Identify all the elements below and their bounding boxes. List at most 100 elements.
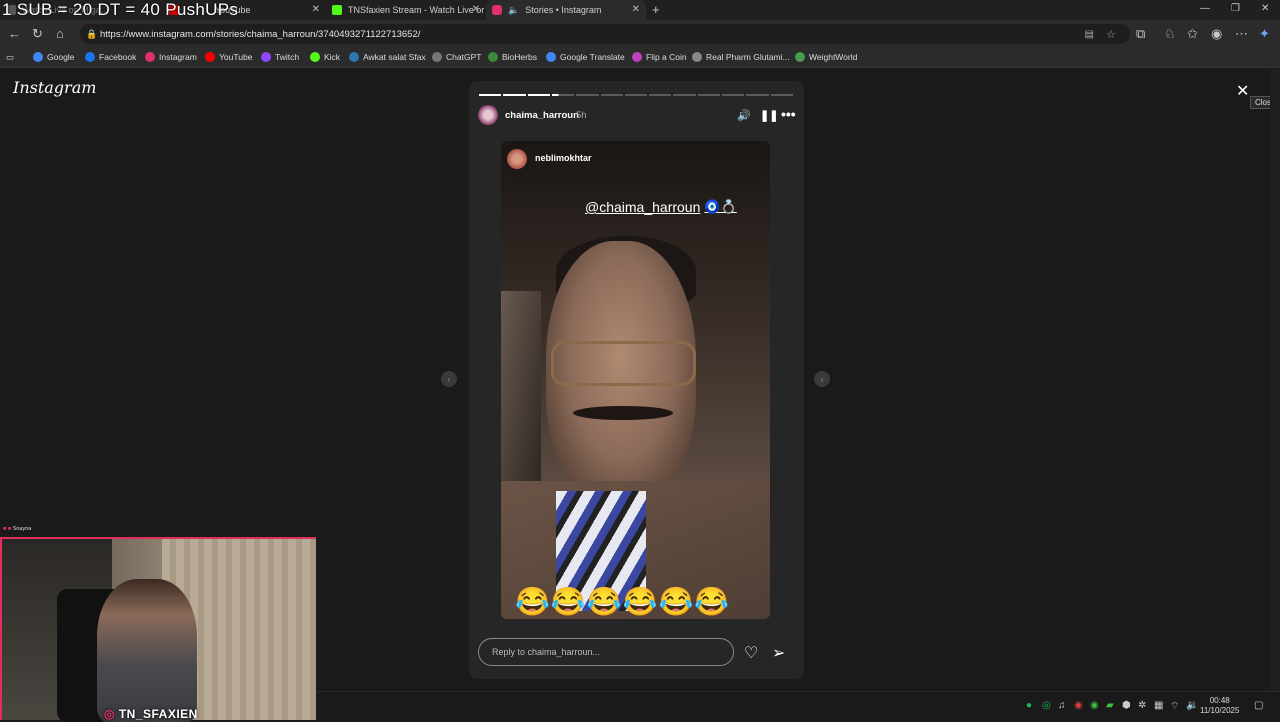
pause-icon[interactable]: ❚❚ (760, 109, 778, 122)
record-icon[interactable]: ◉ (1074, 700, 1083, 711)
app-tray-icon-2[interactable]: ◉ (1090, 700, 1099, 711)
close-tab-icon[interactable]: ✕ (472, 4, 480, 15)
bookmark-youtube[interactable]: YouTube (205, 52, 252, 62)
bookmark-google[interactable]: Google (33, 52, 74, 62)
close-tab-icon[interactable]: ✕ (632, 4, 640, 15)
story-progress-segment (503, 94, 526, 96)
next-story-arrow-icon[interactable]: › (814, 371, 830, 387)
reply-input[interactable]: Reply to chaima_harroun... (478, 638, 734, 666)
clock[interactable]: 00:48 11/10/2025 (1200, 696, 1239, 716)
reader-icon[interactable]: ▤ (1085, 29, 1094, 40)
story-progress-segment (649, 94, 672, 96)
security-icon[interactable]: ⬢ (1122, 700, 1131, 711)
bookmark-favicon-icon (632, 52, 642, 62)
bookmark-favicon-icon (488, 52, 498, 62)
previous-story-arrow-icon[interactable]: ‹ (441, 371, 457, 387)
minimize-icon[interactable]: — (1200, 3, 1210, 14)
instagram-icon: ◎ (104, 707, 115, 721)
tab-instagram-stories[interactable]: 🔈 Stories • Instagram ✕ (486, 0, 646, 20)
profile-icon[interactable]: ◉ (1211, 26, 1222, 42)
bookmark-weightworld[interactable]: WeightWorld (795, 52, 857, 62)
mustache (573, 406, 673, 420)
browser-essentials-icon[interactable]: ♘ (1164, 26, 1176, 42)
kick-icon (332, 5, 342, 15)
bookmark-facebook[interactable]: Facebook (85, 52, 136, 62)
glasses (551, 341, 696, 386)
tab-tnsfaxien[interactable]: TNSfaxien Stream - Watch Live or ✕ (326, 0, 486, 20)
bookmark-awkat-salat-sfax[interactable]: Awkat salat Sfax (349, 52, 426, 62)
scrollbar[interactable] (1270, 69, 1280, 691)
more-menu-icon[interactable]: ⋯ (1235, 26, 1248, 42)
collections-icon[interactable]: ▭ (6, 52, 14, 63)
story-username[interactable]: chaima_harroun (505, 110, 579, 121)
like-heart-icon[interactable]: ♡ (744, 643, 758, 663)
close-tab-icon[interactable]: ✕ (312, 4, 320, 15)
story-progress-segment (576, 94, 599, 96)
speaker-icon[interactable]: 🔉 (1186, 700, 1198, 711)
bookmark-label: WeightWorld (809, 52, 858, 62)
bookmark-kick[interactable]: Kick (310, 52, 340, 62)
favorites-icon[interactable]: ✩ (1187, 26, 1198, 42)
close-window-icon[interactable]: ✕ (1261, 3, 1269, 14)
maximize-icon[interactable]: ❐ (1231, 3, 1240, 14)
home-icon[interactable]: ⌂ (56, 26, 64, 41)
close-icon[interactable]: ✕ (1236, 81, 1249, 101)
url-field[interactable]: 🔒 https://www.instagram.com/stories/chai… (80, 24, 1130, 44)
bookmark-favicon-icon (33, 52, 43, 62)
back-icon[interactable]: ← (8, 26, 21, 41)
headset-icon[interactable]: ♫ (1058, 700, 1066, 711)
share-send-icon[interactable]: ➢ (772, 643, 785, 663)
story-progress-segment (746, 94, 769, 96)
instagram-icon (492, 5, 502, 15)
nvidia-icon[interactable]: ▰ (1106, 700, 1114, 711)
bookmark-label: Google (47, 52, 75, 62)
instagram-logo[interactable]: Instagram (13, 78, 96, 97)
bookmark-label: Twitch (275, 52, 300, 62)
bookmark-flip-a-coin[interactable]: Flip a Coin (632, 52, 687, 62)
url-text: https://www.instagram.com/stories/chaima… (100, 28, 421, 40)
more-options-icon[interactable]: ••• (781, 106, 796, 122)
notifications-icon[interactable]: ▢ (1254, 700, 1263, 711)
reload-icon[interactable]: ↻ (32, 26, 43, 42)
story-progress-segment (722, 94, 745, 96)
story-progress-segment (624, 94, 648, 96)
bookmark-twitch[interactable]: Twitch (261, 52, 299, 62)
story-progress-segment (770, 94, 793, 96)
reshared-avatar (507, 149, 527, 169)
app-tray-icon[interactable]: ◎ (1042, 700, 1051, 711)
avatar[interactable] (478, 105, 498, 125)
story-progress-segment (697, 94, 721, 96)
chat-message: Snayna (12, 526, 32, 532)
network-icon[interactable]: ▦ (1154, 700, 1163, 711)
bookmark-google-translate[interactable]: Google Translate (546, 52, 625, 62)
story-media[interactable]: neblimokhtar @chaima_harroun 🧿💍 😂😂😂😂😂😂 (501, 141, 770, 619)
wifi-icon[interactable]: ⌔ (1170, 700, 1179, 713)
story-progress-segment (600, 94, 623, 96)
address-bar-row: ← ↻ ⌂ 🔒 https://www.instagram.com/storie… (0, 20, 1280, 48)
bookmark-favicon-icon (349, 52, 359, 62)
clock-date: 11/10/2025 (1200, 706, 1240, 715)
new-tab-icon[interactable]: + (652, 2, 660, 17)
tab-label: Stories • Instagram (525, 5, 602, 15)
bookmark-label: Facebook (99, 52, 137, 62)
volume-icon[interactable]: 🔊 (737, 109, 751, 122)
stream-overlay-text: 1 SUB = 20 DT = 40 PushUPs (2, 0, 239, 19)
bookmark-instagram[interactable]: Instagram (145, 52, 197, 62)
chat-badge-icon: ■ ■ (3, 526, 13, 532)
bookmark-label: Real Pharm Glutami... (706, 52, 790, 62)
spotify-icon[interactable]: ● (1026, 700, 1032, 711)
bookmark-bioherbs[interactable]: BioHerbs (488, 52, 537, 62)
mention-text: @chaima_harroun (585, 199, 701, 215)
mention-sticker[interactable]: @chaima_harroun 🧿💍 (585, 199, 737, 215)
story-viewer: chaima_harroun 5h 🔊 ❚❚ ••• neblimokhtar … (469, 81, 804, 679)
streamer-handle-text: TN_SFAXIEN (118, 707, 198, 721)
bookmark-chatgpt[interactable]: ChatGPT (432, 52, 481, 62)
story-progress-segment (527, 94, 550, 96)
webcam-chat-line: ■ ■ Snayna (0, 526, 320, 536)
extensions-icon[interactable]: ⧉ (1136, 26, 1145, 42)
copilot-icon[interactable]: ✦ (1259, 26, 1270, 42)
favorite-star-icon[interactable]: ☆ (1106, 28, 1116, 41)
settings-icon[interactable]: ✲ (1138, 700, 1146, 711)
bookmark-real-pharm-glutami[interactable]: Real Pharm Glutami... (692, 52, 790, 62)
bookmark-label: Instagram (159, 52, 197, 62)
